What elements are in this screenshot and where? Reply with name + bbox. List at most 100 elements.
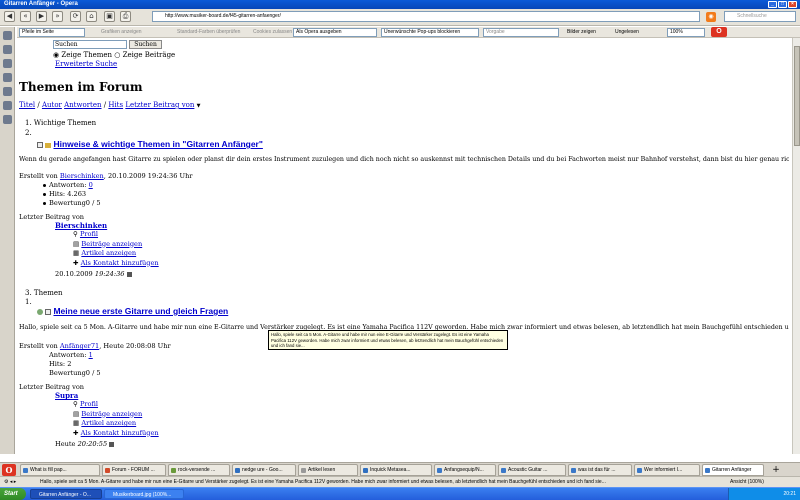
tab-favicon-icon <box>637 468 642 473</box>
tab-label: Gitarren Anfänger <box>712 467 752 473</box>
sort-arrow-icon[interactable]: ▼ <box>197 103 201 109</box>
identify-as-select[interactable]: Als Opera ausgeben <box>293 28 377 37</box>
fastforward-button[interactable]: » <box>52 11 63 22</box>
chat-panel-icon[interactable] <box>3 73 12 82</box>
cookies-toggle[interactable]: Cookies zulassen <box>251 28 294 37</box>
tab-label: rock-versende ... <box>178 467 216 473</box>
last-author-link[interactable]: Supra <box>55 391 78 400</box>
answers-count-link[interactable]: 0 <box>89 181 93 189</box>
thread-stats: Antworten: 1 Hits: 2 Bewertung0 / 5 <box>49 351 101 378</box>
colors-toggle[interactable]: Standard-Farben überprüfen <box>175 28 242 37</box>
radio-topics[interactable]: ◉ <box>53 51 59 59</box>
bookmarks-panel-icon[interactable] <box>3 31 12 40</box>
add-contact-icon: ✚ <box>73 258 79 267</box>
home-button[interactable]: ⌂ <box>86 11 97 22</box>
tab-label: Inquick Metasea... <box>370 467 411 473</box>
last-post-date: 20.10.2009 19:24:36 <box>55 270 132 278</box>
scrollbar-thumb[interactable] <box>794 46 800 146</box>
profile-link[interactable]: Profil <box>80 230 98 238</box>
tab-favicon-icon <box>105 468 110 473</box>
browser-tab[interactable]: was ist das für ... <box>568 464 632 476</box>
minimize-button[interactable]: _ <box>768 1 777 8</box>
show-posts-link[interactable]: Beiträge anzeigen <box>81 240 142 248</box>
new-tab-button[interactable]: + <box>770 464 782 476</box>
add-contact-link[interactable]: Als Kontakt hinzufügen <box>81 429 159 437</box>
mail-panel-icon[interactable] <box>3 45 12 54</box>
start-button[interactable]: Start <box>0 488 26 500</box>
browser-tab[interactable]: Forum - FORUM ... <box>102 464 166 476</box>
browser-tab[interactable]: Inquick Metasea... <box>360 464 432 476</box>
unread-button[interactable]: Ungelesen <box>613 28 641 37</box>
sort-last-link[interactable]: Letzter Beitrag von <box>125 101 194 109</box>
maximize-button[interactable]: □ <box>778 1 787 8</box>
sort-author-link[interactable]: Autor <box>42 101 62 109</box>
default-field[interactable]: Vorgabe <box>483 28 559 37</box>
sort-title-link[interactable]: Titel <box>19 101 35 109</box>
thread-status-icon <box>45 309 52 315</box>
browser-tab[interactable]: What is fill pap... <box>20 464 100 476</box>
opera-menu-icon[interactable]: O <box>2 464 16 476</box>
popup-select[interactable]: Unerwünschte Pop-ups blockieren <box>381 28 479 37</box>
notes-panel-icon[interactable] <box>3 87 12 96</box>
contacts-panel-icon[interactable] <box>3 59 12 68</box>
forum-search-button[interactable]: Suchen <box>129 40 162 49</box>
navigation-bar: ◀ « ▶ » ⟳ ⌂ ▣ ⎙ http://www.musiker-board… <box>0 9 800 26</box>
sort-hits-link[interactable]: Hits <box>108 101 123 109</box>
forum-search-input[interactable]: Suchen <box>53 40 127 49</box>
tab-favicon-icon <box>501 468 506 473</box>
browser-tab[interactable]: Gitarren Anfänger <box>702 464 764 476</box>
zoom-select[interactable]: 100% <box>667 28 705 37</box>
browser-tab[interactable]: Acoustic Guitar ... <box>498 464 566 476</box>
history-panel-icon[interactable] <box>3 101 12 110</box>
view-zoom[interactable]: Ansicht (100%) <box>730 477 764 487</box>
browser-tab[interactable]: Anfangsequip/N... <box>434 464 496 476</box>
back-button[interactable]: ◀ <box>4 11 15 22</box>
thread-preview-tooltip: Hallo, spiele seit ca 5 Mon. A-Gitarre u… <box>268 330 508 350</box>
save-button[interactable]: ▣ <box>104 11 115 22</box>
images-toggle[interactable]: Grafiken anzeigen <box>99 28 144 37</box>
vertical-scrollbar[interactable] <box>792 38 800 454</box>
browser-tab[interactable]: nedge ure - Goo... <box>232 464 296 476</box>
answers-label: Antworten: <box>49 351 87 359</box>
radio-posts[interactable]: ○ <box>114 51 120 59</box>
thread-title-link[interactable]: Meine neue erste Gitarre und gleich Frag… <box>53 306 228 316</box>
tab-favicon-icon <box>235 468 240 473</box>
rss-feed-icon[interactable]: ◉ <box>706 12 716 22</box>
sort-answers-link[interactable]: Antworten <box>64 101 101 109</box>
add-contact-link[interactable]: Als Kontakt hinzufügen <box>81 259 159 267</box>
answers-count-link[interactable]: 1 <box>89 351 93 359</box>
radio-topics-label: Zeige Themen <box>61 51 113 59</box>
thread-title-link[interactable]: Hinweise & wichtige Themen in "Gitarren … <box>53 139 262 149</box>
forward-button[interactable]: ▶ <box>36 11 47 22</box>
goto-post-icon[interactable] <box>126 271 132 277</box>
thread-author-link[interactable]: Anfänger71 <box>60 342 99 350</box>
section-number: 1. <box>25 119 32 127</box>
reload-button[interactable]: ⟳ <box>70 11 81 22</box>
zoom-field[interactable]: Pfeile im Seite <box>19 28 85 37</box>
browser-tab[interactable]: Wer informiert I... <box>634 464 700 476</box>
goto-post-icon[interactable] <box>109 441 115 447</box>
task-opera[interactable]: Gitarren Anfänger - O... <box>30 489 102 499</box>
print-button[interactable]: ⎙ <box>120 11 131 22</box>
browser-tab[interactable]: rock-versende ... <box>168 464 230 476</box>
page-title: Themen im Forum <box>19 80 143 94</box>
last-post-label: Letzter Beitrag von <box>19 213 85 221</box>
section-number: 3. <box>25 289 32 297</box>
thread-author-link[interactable]: Bierschinken <box>60 172 104 180</box>
quick-search-input[interactable]: Schnellsuche <box>724 11 796 22</box>
browser-tab[interactable]: Artikel lesen <box>298 464 358 476</box>
show-images-button[interactable]: Bilder zeigen <box>565 28 598 37</box>
rewind-button[interactable]: « <box>20 11 31 22</box>
radio-posts-label: Zeige Beiträge <box>122 51 176 59</box>
last-author-link[interactable]: Bierschinken <box>55 221 107 230</box>
show-articles-link[interactable]: Artikel anzeigen <box>81 249 136 257</box>
windows-panel-icon[interactable] <box>3 115 12 124</box>
show-articles-link[interactable]: Artikel anzeigen <box>81 419 136 427</box>
profile-link[interactable]: Profil <box>80 400 98 408</box>
advanced-search-link[interactable]: Erweiterte Suche <box>55 60 117 68</box>
task-image[interactable]: Musikerboard.jpg (100%... <box>104 489 184 499</box>
show-posts-link[interactable]: Beiträge anzeigen <box>81 410 142 418</box>
address-input[interactable]: http://www.musiker-board.de/f45-gitarren… <box>152 11 700 22</box>
close-button[interactable]: × <box>788 1 797 8</box>
thread-excerpt: Wenn du gerade angefangen hast Gitarre z… <box>19 156 789 163</box>
